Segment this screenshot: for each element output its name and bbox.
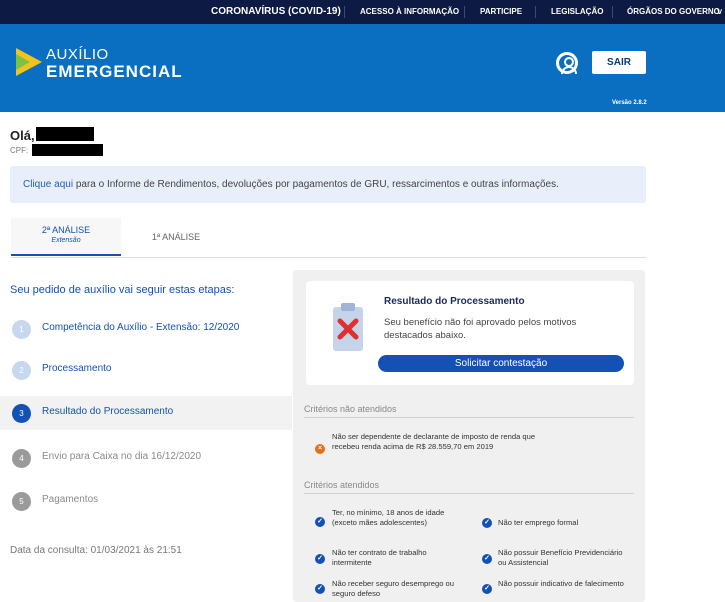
user-icon[interactable] xyxy=(556,52,578,74)
step-number: 4 xyxy=(12,449,31,468)
gov-top-bar: CORONAVÍRUS (COVID-19) ACESSO À INFORMAÇ… xyxy=(0,0,725,24)
cpf-label: CPF: xyxy=(10,146,29,155)
logout-button[interactable]: SAIR xyxy=(592,51,646,74)
redacted-cpf xyxy=(32,144,103,156)
step-number: 1 xyxy=(12,320,31,339)
divider xyxy=(535,6,536,18)
step-item-current: 3 Resultado do Processamento xyxy=(0,396,292,430)
info-banner: Clique aqui para o Informe de Rendimento… xyxy=(10,166,646,203)
result-title: Resultado do Processamento xyxy=(384,296,525,307)
info-text: para o Informe de Rendimentos, devoluçõe… xyxy=(73,179,559,190)
divider xyxy=(612,6,613,18)
greeting: Olá, xyxy=(10,128,35,143)
divider xyxy=(304,417,634,418)
criteria-item-not-met: Não ser dependente de declarante de impo… xyxy=(332,432,536,451)
logo-text-auxilio: AUXÍLIO xyxy=(46,46,109,63)
step-number: 5 xyxy=(12,492,31,511)
check-icon: ✓ xyxy=(482,584,492,594)
check-icon: ✓ xyxy=(482,554,492,564)
orgaos-governo-link[interactable]: ÓRGÃOS DO GOVERNO xyxy=(627,0,720,24)
criteria-item-met: Não ter emprego formal xyxy=(498,518,579,527)
tab-segunda-analise[interactable]: 2ª ANÁLISE Extensão xyxy=(11,218,121,256)
step-number: 3 xyxy=(12,404,31,423)
step-item: 4 Envio para Caixa no dia 16/12/2020 xyxy=(0,441,292,475)
auxilio-logo-icon xyxy=(16,48,42,76)
step-label: Processamento xyxy=(42,363,112,374)
criteria-met-title: Critérios atendidos xyxy=(304,480,380,490)
consulta-date: Data da consulta: 01/03/2021 às 21:51 xyxy=(10,545,182,556)
tab-sublabel: Extensão xyxy=(51,237,81,244)
check-icon: ✓ xyxy=(315,584,325,594)
step-label: Resultado do Processamento xyxy=(42,406,174,417)
clipboard-rejected-icon xyxy=(333,303,363,351)
check-icon: ✓ xyxy=(482,518,492,528)
criteria-item-met: Não ter contrato de trabalho intermitent… xyxy=(332,548,427,567)
divider xyxy=(344,6,345,18)
covid-link[interactable]: CORONAVÍRUS (COVID-19) xyxy=(211,0,341,24)
participe-link[interactable]: PARTICIPE xyxy=(480,0,522,24)
version-label: Versão 2.8.2 xyxy=(612,100,647,106)
step-item: 2 Processamento xyxy=(0,353,292,387)
step-label: Envio para Caixa no dia 16/12/2020 xyxy=(42,451,202,462)
criteria-item-met: Não receber seguro desemprego ou seguro … xyxy=(332,579,454,598)
acesso-informacao-link[interactable]: ACESSO À INFORMAÇÃO xyxy=(360,0,459,24)
chevron-down-icon[interactable]: ˅ xyxy=(717,0,722,24)
step-item: 1 Competência do Auxílio - Extensão: 12/… xyxy=(0,312,292,346)
check-icon: ✓ xyxy=(315,554,325,564)
tab-divider xyxy=(11,257,646,258)
tab-label: 2ª ANÁLISE xyxy=(41,225,91,235)
result-text: Seu benefício não foi aprovado pelos mot… xyxy=(384,317,577,341)
check-icon: ✓ xyxy=(315,517,325,527)
redacted-name xyxy=(36,127,94,141)
solicitar-contestacao-button[interactable]: Solicitar contestação xyxy=(378,355,624,372)
criteria-not-met-title: Critérios não atendidos xyxy=(304,404,397,414)
app-header: AUXÍLIO EMERGENCIAL SAIR Versão 2.8.2 xyxy=(0,24,725,112)
step-label: Competência do Auxílio - Extensão: 12/20… xyxy=(42,322,240,333)
criteria-item-met: Ter, no mínimo, 18 anos de idade (exceto… xyxy=(332,508,445,527)
divider xyxy=(304,493,634,494)
steps-title: Seu pedido de auxílio vai seguir estas e… xyxy=(10,284,235,296)
legislacao-link[interactable]: LEGISLAÇÃO xyxy=(551,0,603,24)
step-item: 5 Pagamentos xyxy=(0,484,292,518)
divider xyxy=(464,6,465,18)
criteria-item-met: Não possuir indicativo de falecimento xyxy=(498,579,624,588)
close-icon: × xyxy=(315,444,325,454)
logo-text-emergencial: EMERGENCIAL xyxy=(46,62,183,81)
criteria-item-met: Não possuir Benefício Previdenciário ou … xyxy=(498,548,623,567)
step-number: 2 xyxy=(12,361,31,380)
tab-primeira-analise[interactable]: 1ª ANÁLISE xyxy=(121,218,231,256)
informe-link[interactable]: Clique aqui xyxy=(23,179,73,190)
tab-label: 1ª ANÁLISE xyxy=(151,232,201,242)
step-label: Pagamentos xyxy=(42,494,99,505)
